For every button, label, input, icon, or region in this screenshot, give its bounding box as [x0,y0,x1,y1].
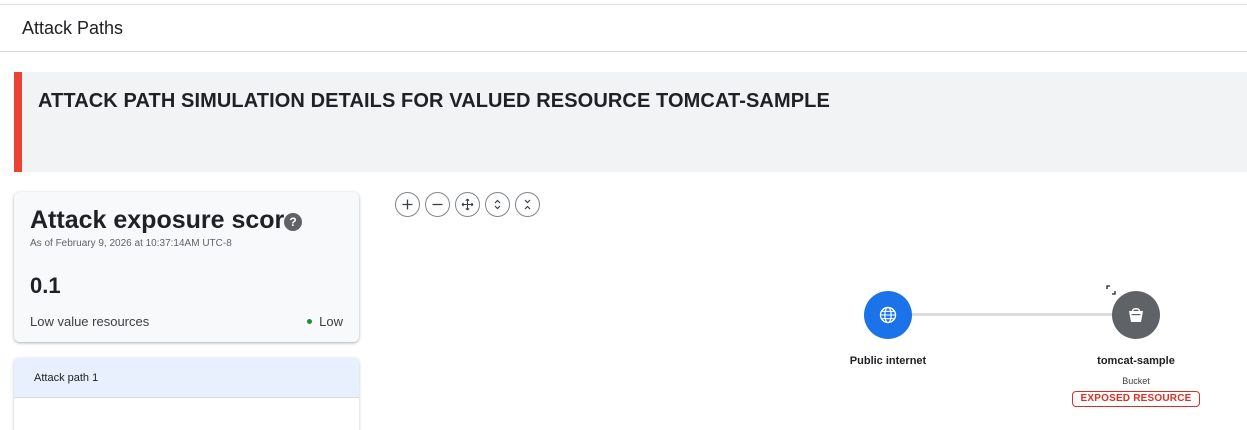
page-title: Attack Paths [22,18,124,38]
attack-exposure-score-card: Attack exposure score ? As of February 9… [14,192,359,342]
public-internet-label: Public internet [849,355,927,367]
exposed-resource-badge: EXPOSED RESOURCE [1072,391,1200,407]
banner-accent-bar [14,72,22,172]
attack-path-list: Attack path 1 [14,358,359,430]
level-dot-icon [307,319,313,325]
score-value: 0.1 [30,273,61,298]
details-banner: ATTACK PATH SIMULATION DETAILS FOR VALUE… [14,72,1247,172]
score-timestamp: As of February 9, 2026 at 10:37:14AM UTC… [30,238,232,249]
banner-title: ATTACK PATH SIMULATION DETAILS FOR VALUE… [38,90,830,112]
expand-icon[interactable] [1106,285,1116,295]
attack-path-item[interactable]: Attack path 1 [14,358,359,398]
public-internet-node[interactable] [864,291,912,339]
help-icon[interactable]: ? [284,213,302,231]
move-icon[interactable] [455,192,480,217]
zoom-in-icon[interactable] [395,192,420,217]
score-level-text: Low [319,314,343,329]
page-header: Attack Paths [0,5,1247,52]
globe-icon [879,306,897,324]
resources-label: Low value resources [30,314,150,329]
attack-path-label: Attack path 1 [34,372,99,384]
score-title: Attack exposure score [30,206,299,234]
resource-type-label: Bucket [1122,376,1150,386]
graph-edge [912,313,1114,316]
tomcat-sample-node[interactable] [1112,291,1160,339]
collapse-vertical-icon[interactable] [515,192,540,217]
score-level: Low [307,314,343,329]
bucket-icon [1129,308,1143,322]
tomcat-sample-label: tomcat-sample [1097,355,1175,367]
expand-vertical-icon[interactable] [485,192,510,217]
zoom-out-icon[interactable] [425,192,450,217]
